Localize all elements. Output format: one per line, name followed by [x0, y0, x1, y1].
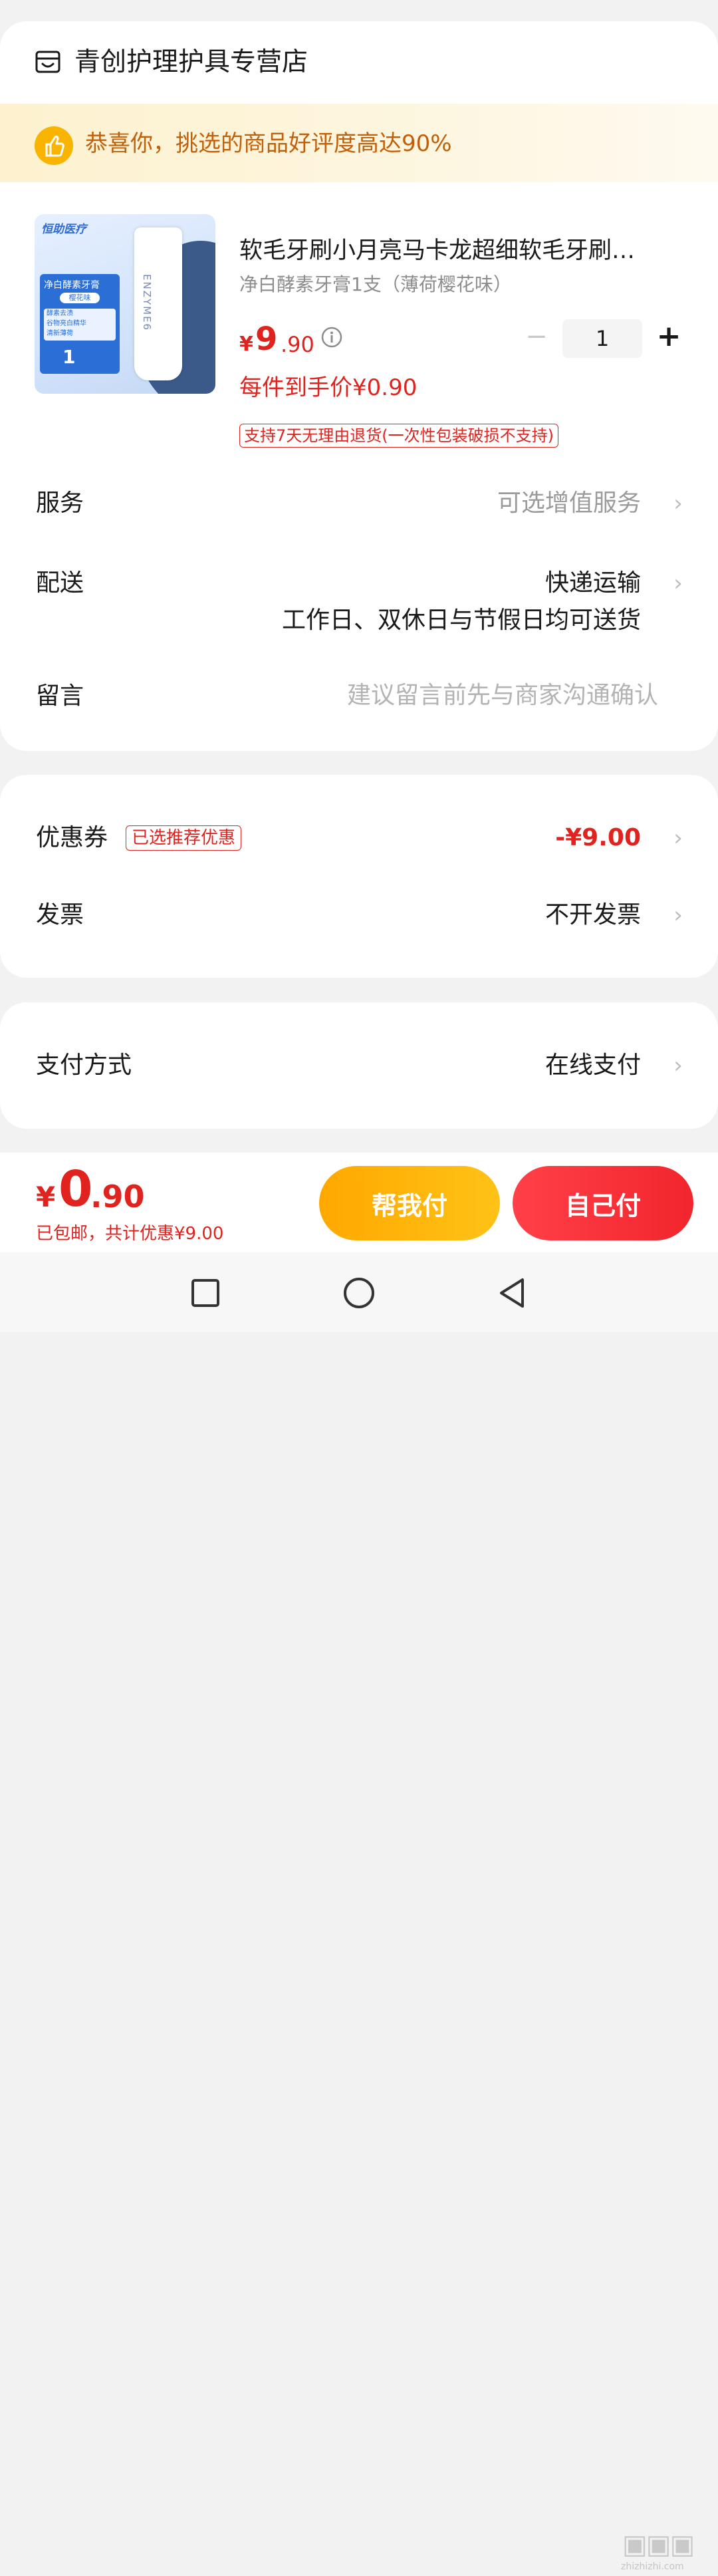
product-label-count: 1: [62, 346, 76, 368]
invoice-value: 不开发票: [544, 901, 641, 929]
triangle-back-icon[interactable]: [496, 1276, 529, 1310]
store-row[interactable]: 青创护理护具专营店: [0, 21, 718, 104]
delivery-value: 快递运输: [544, 569, 641, 597]
quantity-increase-button[interactable]: +: [656, 322, 682, 351]
price-currency: ¥: [239, 333, 253, 356]
store-icon: [35, 51, 60, 73]
delivery-label: 配送: [36, 569, 84, 597]
product-label-line: 清新薄荷: [47, 330, 73, 337]
total-discount-note: 已包邮，共计优惠¥9.00: [36, 1222, 223, 1246]
service-row[interactable]: 服务 可选增值服务 ›: [0, 470, 718, 537]
total-integer: 0: [59, 1161, 93, 1218]
price-decimal: .90: [281, 332, 314, 357]
info-icon[interactable]: [320, 326, 343, 349]
product-label-card: 净白酵素牙膏 樱花味 酵素去渍 谷物亮白精华 清新薄荷 1: [40, 274, 120, 374]
pay-myself-button[interactable]: 自己付: [513, 1166, 693, 1240]
payment-method-row[interactable]: 支付方式 在线支付 ›: [0, 1002, 718, 1129]
product-label-line: 酵素去渍: [47, 310, 73, 317]
product-image[interactable]: 恒助医疗 ENZYME6 净白酵素牙膏 樱花味 酵素去渍 谷物亮白精华 清新薄荷…: [35, 214, 215, 394]
invoice-label: 发票: [36, 901, 84, 929]
product-title[interactable]: 软毛牙刷小月亮马卡龙超细软毛牙刷…: [239, 235, 681, 266]
chevron-right-icon: ›: [673, 902, 683, 929]
praise-banner: 恭喜你，挑选的商品好评度高达90%: [0, 104, 718, 182]
product-variant[interactable]: 净白酵素牙膏1支（薄荷樱花味）: [239, 271, 512, 298]
watermark-logo: ▣▣▣: [622, 2529, 695, 2560]
product-tube-text: ENZYME6: [141, 274, 153, 332]
service-label: 服务: [36, 490, 84, 517]
price-integer: 9: [255, 321, 278, 358]
thumbs-up-icon: [35, 126, 73, 165]
total-decimal: .90: [90, 1179, 145, 1215]
store-name[interactable]: 青创护理护具专营店: [74, 45, 308, 80]
chevron-right-icon: ›: [673, 1052, 683, 1079]
service-value: 可选增值服务: [497, 490, 641, 517]
quantity-decrease-button[interactable]: −: [525, 323, 548, 350]
payment-value: 在线支付: [544, 1052, 641, 1079]
system-nav-bar: ▣▣▣ zhizhizhi.com: [0, 1252, 718, 2572]
unit-price: 每件到手价¥0.90: [239, 374, 418, 401]
watermark: ▣▣▣ zhizhizhi.com: [620, 2529, 713, 2576]
square-recent-apps-icon[interactable]: [189, 1276, 222, 1310]
discount-card: 优惠券 -¥9.00 › 发票 不开发票 ›: [0, 775, 718, 978]
delivery-row[interactable]: 配送 快递运输 › 工作日、双休日与节假日均可送货: [0, 550, 718, 643]
quantity-field[interactable]: 1: [562, 319, 642, 358]
coupon-row[interactable]: 优惠券 -¥9.00 ›: [0, 775, 718, 876]
delivery-detail: 工作日、双休日与节假日均可送货: [281, 607, 641, 634]
watermark-text: zhizhizhi.com: [621, 2561, 684, 2572]
product-label-line: 谷物亮白精华: [47, 320, 86, 327]
circle-home-icon[interactable]: [342, 1276, 376, 1310]
coupon-label: 优惠券: [36, 824, 108, 851]
praise-text: 恭喜你，挑选的商品好评度高达90%: [85, 130, 452, 157]
product-label-title: 净白酵素牙膏: [44, 280, 100, 291]
invoice-row[interactable]: 发票 不开发票 ›: [0, 876, 718, 978]
discount-amount: ¥9.00: [174, 1224, 224, 1244]
payment-label: 支付方式: [36, 1052, 132, 1079]
checkout-bar: ¥ 0 .90 已包邮，共计优惠¥9.00 帮我付 自己付: [0, 1153, 718, 1252]
coupon-value: -¥9.00: [555, 824, 641, 851]
product-brand-logo: 恒助医疗: [41, 223, 86, 236]
product-tube: ENZYME6: [134, 227, 182, 380]
message-row: 留言: [0, 670, 718, 736]
chevron-right-icon: ›: [673, 825, 683, 851]
chevron-right-icon: ›: [673, 570, 683, 597]
product-label-flavor: 樱花味: [60, 293, 100, 303]
message-input[interactable]: [286, 676, 658, 714]
coupon-tag: 已选推荐优惠: [126, 825, 242, 851]
message-label: 留言: [36, 682, 84, 710]
payment-card: 支付方式 在线支付 ›: [0, 1002, 718, 1129]
return-policy-badge: 支持7天无理由退货(一次性包装破损不支持): [239, 424, 558, 448]
shipping-discount-text: 已包邮，共计优惠: [36, 1224, 175, 1244]
product-label-features: 酵素去渍 谷物亮白精华 清新薄荷: [44, 309, 116, 341]
order-card: 青创护理护具专营店 恭喜你，挑选的商品好评度高达90% 恒助医疗 ENZYME6…: [0, 21, 718, 751]
total-currency: ¥: [36, 1181, 56, 1213]
chevron-right-icon: ›: [673, 490, 683, 517]
help-me-pay-button[interactable]: 帮我付: [319, 1166, 500, 1240]
